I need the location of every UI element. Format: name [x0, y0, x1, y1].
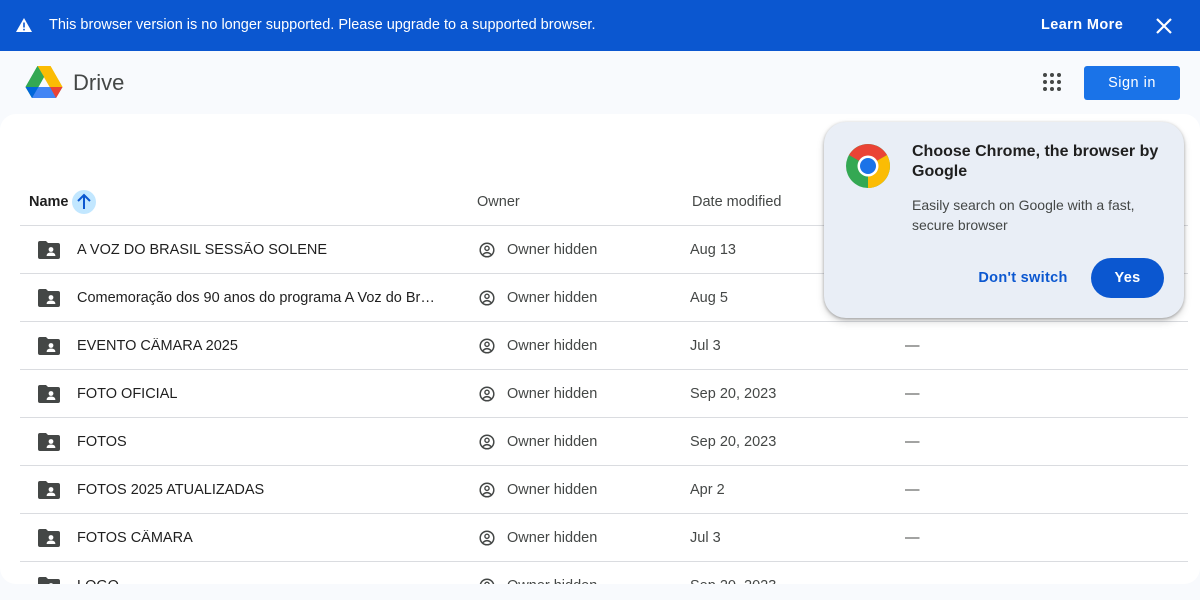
yes-button[interactable]: Yes [1091, 258, 1164, 298]
table-row[interactable]: LOGO Owner hidden Sep 20, 2023 — [20, 562, 1188, 584]
shared-folder-icon [38, 433, 60, 451]
file-name: FOTO OFICIAL [77, 386, 178, 402]
date-modified: Aug 5 [690, 290, 728, 306]
dialog-title: Choose Chrome, the browser by Google [912, 143, 1159, 180]
account-circle-icon [479, 386, 495, 402]
date-modified: Apr 2 [690, 482, 725, 498]
date-modified: Aug 13 [690, 242, 736, 258]
shared-folder-icon [38, 241, 60, 259]
file-name: LOGO [77, 578, 442, 584]
account-circle-icon [479, 338, 495, 354]
account-circle-icon [479, 434, 495, 450]
file-name: FOTOS CÂMARA [77, 530, 193, 546]
date-modified: Jul 3 [690, 338, 721, 354]
date-modified: Jul 3 [690, 530, 721, 546]
file-name: FOTOS 2025 ATUALIZADAS [77, 482, 265, 498]
owner-label: Owner hidden [507, 530, 598, 546]
chrome-promo-dialog: Choose Chrome, the browser by Google Eas… [824, 122, 1184, 318]
file-name: EVENTO CÂMARA 2025 [77, 338, 238, 354]
warning-icon [16, 18, 32, 32]
shared-folder-icon [38, 577, 60, 584]
apps-grid-icon[interactable] [1043, 73, 1061, 91]
owner-label: Owner hidden [507, 290, 598, 306]
account-circle-icon [479, 482, 495, 498]
file-size: — [905, 482, 920, 498]
date-modified: Sep 20, 2023 [690, 386, 777, 402]
file-name: FOTOS [77, 434, 127, 450]
file-size: — [905, 338, 920, 354]
unsupported-browser-banner: This browser version is no longer suppor… [0, 0, 1200, 51]
table-row[interactable]: EVENTO CÂMARA 2025 Owner hidden Jul 3 — [20, 322, 1188, 370]
date-modified: Sep 20, 2023 [690, 578, 776, 584]
account-circle-icon [479, 242, 495, 258]
file-size: — [905, 386, 920, 402]
column-header-date-modified[interactable]: Date modified [692, 194, 781, 210]
sign-in-button[interactable]: Sign in [1084, 66, 1180, 100]
shared-folder-icon [38, 289, 60, 307]
file-name: Comemoração dos 90 anos do programa A Vo… [77, 290, 442, 306]
file-size: — [905, 530, 920, 546]
owner-label: Owner hidden [507, 578, 597, 584]
banner-message: This browser version is no longer suppor… [49, 17, 596, 33]
owner-label: Owner hidden [507, 386, 598, 402]
owner-label: Owner hidden [507, 242, 598, 258]
file-size: — [905, 578, 920, 584]
chrome-logo-icon [846, 144, 890, 188]
file-size: — [905, 434, 920, 450]
column-header-name[interactable]: Name [29, 194, 69, 210]
account-circle-icon [479, 578, 495, 584]
column-header-owner: Owner [477, 194, 520, 210]
owner-label: Owner hidden [507, 434, 598, 450]
close-icon[interactable] [1154, 16, 1174, 36]
shared-folder-icon [38, 337, 60, 355]
owner-label: Owner hidden [507, 338, 598, 354]
account-circle-icon [479, 530, 495, 546]
app-title: Drive [73, 70, 125, 95]
dont-switch-button[interactable]: Don't switch [971, 258, 1075, 298]
table-row[interactable]: FOTO OFICIAL Owner hidden Sep 20, 2023 — [20, 370, 1188, 418]
google-drive-logo[interactable] [25, 65, 63, 99]
shared-folder-icon [38, 385, 60, 403]
table-row[interactable]: FOTOS 2025 ATUALIZADAS Owner hidden Apr 2 — [20, 466, 1188, 514]
file-name: A VOZ DO BRASIL SESSÃO SOLENE [77, 242, 328, 258]
table-row[interactable]: FOTOS Owner hidden Sep 20, 2023 — [20, 418, 1188, 466]
owner-label: Owner hidden [507, 482, 598, 498]
dialog-subtitle: Easily search on Google with a fast, sec… [912, 197, 1135, 233]
shared-folder-icon [38, 529, 60, 547]
table-row[interactable]: FOTOS CÂMARA Owner hidden Jul 3 — [20, 514, 1188, 562]
date-modified: Sep 20, 2023 [690, 434, 777, 450]
top-bar: Drive Sign in [0, 51, 1200, 114]
shared-folder-icon [38, 481, 60, 499]
arrow-up-icon[interactable] [72, 190, 96, 214]
learn-more-link[interactable]: Learn More [1041, 17, 1123, 33]
account-circle-icon [479, 290, 495, 306]
